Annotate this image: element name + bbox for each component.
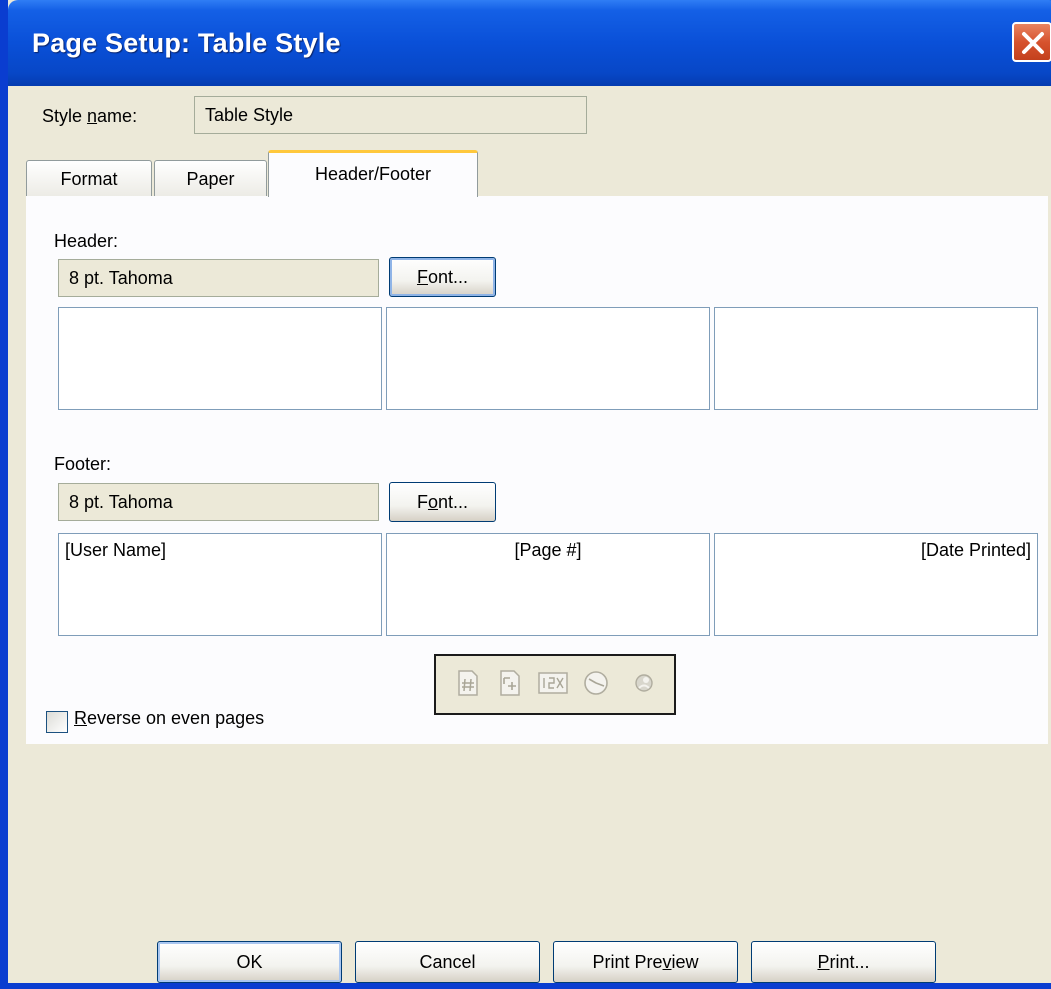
footer-label: Footer:: [54, 454, 112, 474]
header-font-display: 8 pt. Tahoma: [58, 259, 379, 297]
insert-field-toolbar: [434, 654, 676, 715]
user-name-icon[interactable]: [632, 670, 656, 696]
print-button[interactable]: Print...: [751, 941, 936, 983]
footer-right-field[interactable]: [Date Printed]: [714, 533, 1038, 636]
style-name-field[interactable]: Table Style: [194, 96, 587, 134]
close-button[interactable]: [1012, 22, 1051, 62]
cancel-button[interactable]: Cancel: [355, 941, 540, 983]
footer-font-button[interactable]: Font...: [389, 482, 496, 522]
ok-button[interactable]: OK: [157, 941, 342, 983]
dialog-button-bar: OK Cancel Print Preview Print...: [16, 891, 1051, 983]
footer-center-field[interactable]: [Page #]: [386, 533, 710, 636]
header-center-field[interactable]: [386, 307, 710, 410]
header-right-field[interactable]: [714, 307, 1038, 410]
page-setup-dialog: Page Setup: Table Style Style name: Tabl…: [0, 0, 1051, 989]
header-label: Header:: [54, 231, 119, 251]
page-of-pages-icon[interactable]: [538, 670, 568, 696]
footer-font-display: 8 pt. Tahoma: [58, 483, 379, 521]
header-left-field[interactable]: [58, 307, 382, 410]
style-name-label: Style name:: [42, 106, 138, 126]
dialog-body: Style name: Table Style Format Paper Hea…: [16, 86, 1051, 983]
title-bar[interactable]: Page Setup: Table Style: [8, 0, 1051, 86]
reverse-even-pages-checkbox[interactable]: [46, 711, 68, 733]
tab-paper[interactable]: Paper: [154, 160, 267, 197]
tab-format[interactable]: Format: [26, 160, 152, 197]
footer-left-field[interactable]: [User Name]: [58, 533, 382, 636]
page-count-icon[interactable]: [498, 670, 522, 696]
close-icon: [1022, 32, 1044, 54]
date-time-icon[interactable]: [582, 670, 610, 696]
reverse-even-pages-label[interactable]: Reverse on even pages: [74, 708, 264, 729]
page-number-icon[interactable]: [456, 670, 480, 696]
window-title: Page Setup: Table Style: [32, 28, 341, 58]
tab-header-footer[interactable]: Header/Footer: [268, 150, 478, 197]
print-preview-button[interactable]: Print Preview: [553, 941, 738, 983]
header-font-button[interactable]: Font...: [389, 257, 496, 297]
